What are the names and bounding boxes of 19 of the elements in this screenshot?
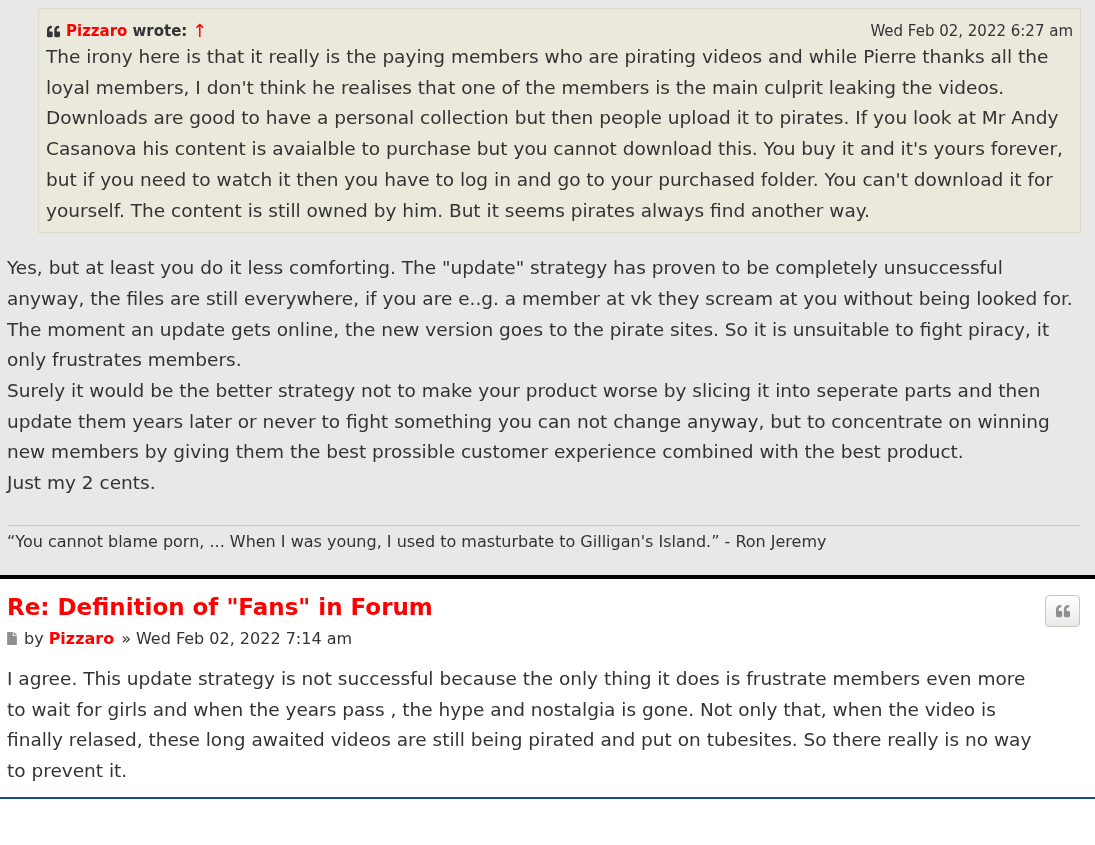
by-label: by (24, 627, 44, 650)
post-paragraph: Surely it would be the better strategy not to make your product worse by slicing it into seperate parts and then update them years later or never to fight something you can not change anyway, but to concentrate on winning new members by giving them the best prossible customer experience combined with the best product. (7, 379, 1051, 465)
post-date: Wed Feb 02, 2022 7:14 am (135, 627, 353, 650)
quote-icon (46, 24, 61, 38)
signature-text: “You cannot blame porn, ... When I was young, I used to masturbate to Gilligan's Island.” - Ron Jeremy (7, 530, 828, 553)
post-paragraph: Yes, but at least you do it less comforting. The "update" strategy has proven to be completely unsuccessful anyway, the files are still everywhere, if you are e..g. a member at vk they scream at you without being looked for. The moment an update gets online, the new version goes to the pirate sites. So it is unsuitable to fight piracy, it only frustrates members. (7, 256, 1074, 373)
author-link[interactable]: Pizzaro (66, 20, 128, 42)
quote-button[interactable] (1045, 594, 1080, 627)
author-link[interactable]: Pizzaro (48, 627, 115, 650)
jump-arrow-link[interactable]: ↑ (192, 20, 208, 42)
quote-date: Wed Feb 02, 2022 6:27 am (870, 21, 1073, 42)
separator-text: » (121, 627, 131, 650)
post-paragraph: Just my 2 cents. (7, 471, 157, 496)
quote-icon (1054, 603, 1071, 618)
post-icon (7, 632, 17, 646)
wrote-label: wrote: (132, 21, 188, 42)
post-text: I agree. This update strategy is not successful because the only thing it does is frustrate members even more to wait for girls and when the years pass , the hype and nostalgia is gone. Not only that, when the video is finally relased, these long awaited videos are still being pirated and put on tubesites. So there really is no way to prevent it. (7, 666, 1033, 783)
post-title[interactable]: Re: Definition of "Fans" in Forum (7, 590, 433, 623)
quote-text: The irony here is that it really is the paying members who are pirating videos and while Pierre thanks all the loyal members, I don't think he realises that one of the members is the main culprit leaking the videos. Downloads are good to have a personal collection but then people upload it to pirates. If you look at Mr Andy Casanova his content is avaialble to purchase but you cannot download this. You buy it and it's yours forever, but if you need to watch it then you have to log in and go to your purchased folder. You can't download it for yourself. The content is still owned by him. But it seems pirates always find another way. (46, 45, 1064, 223)
